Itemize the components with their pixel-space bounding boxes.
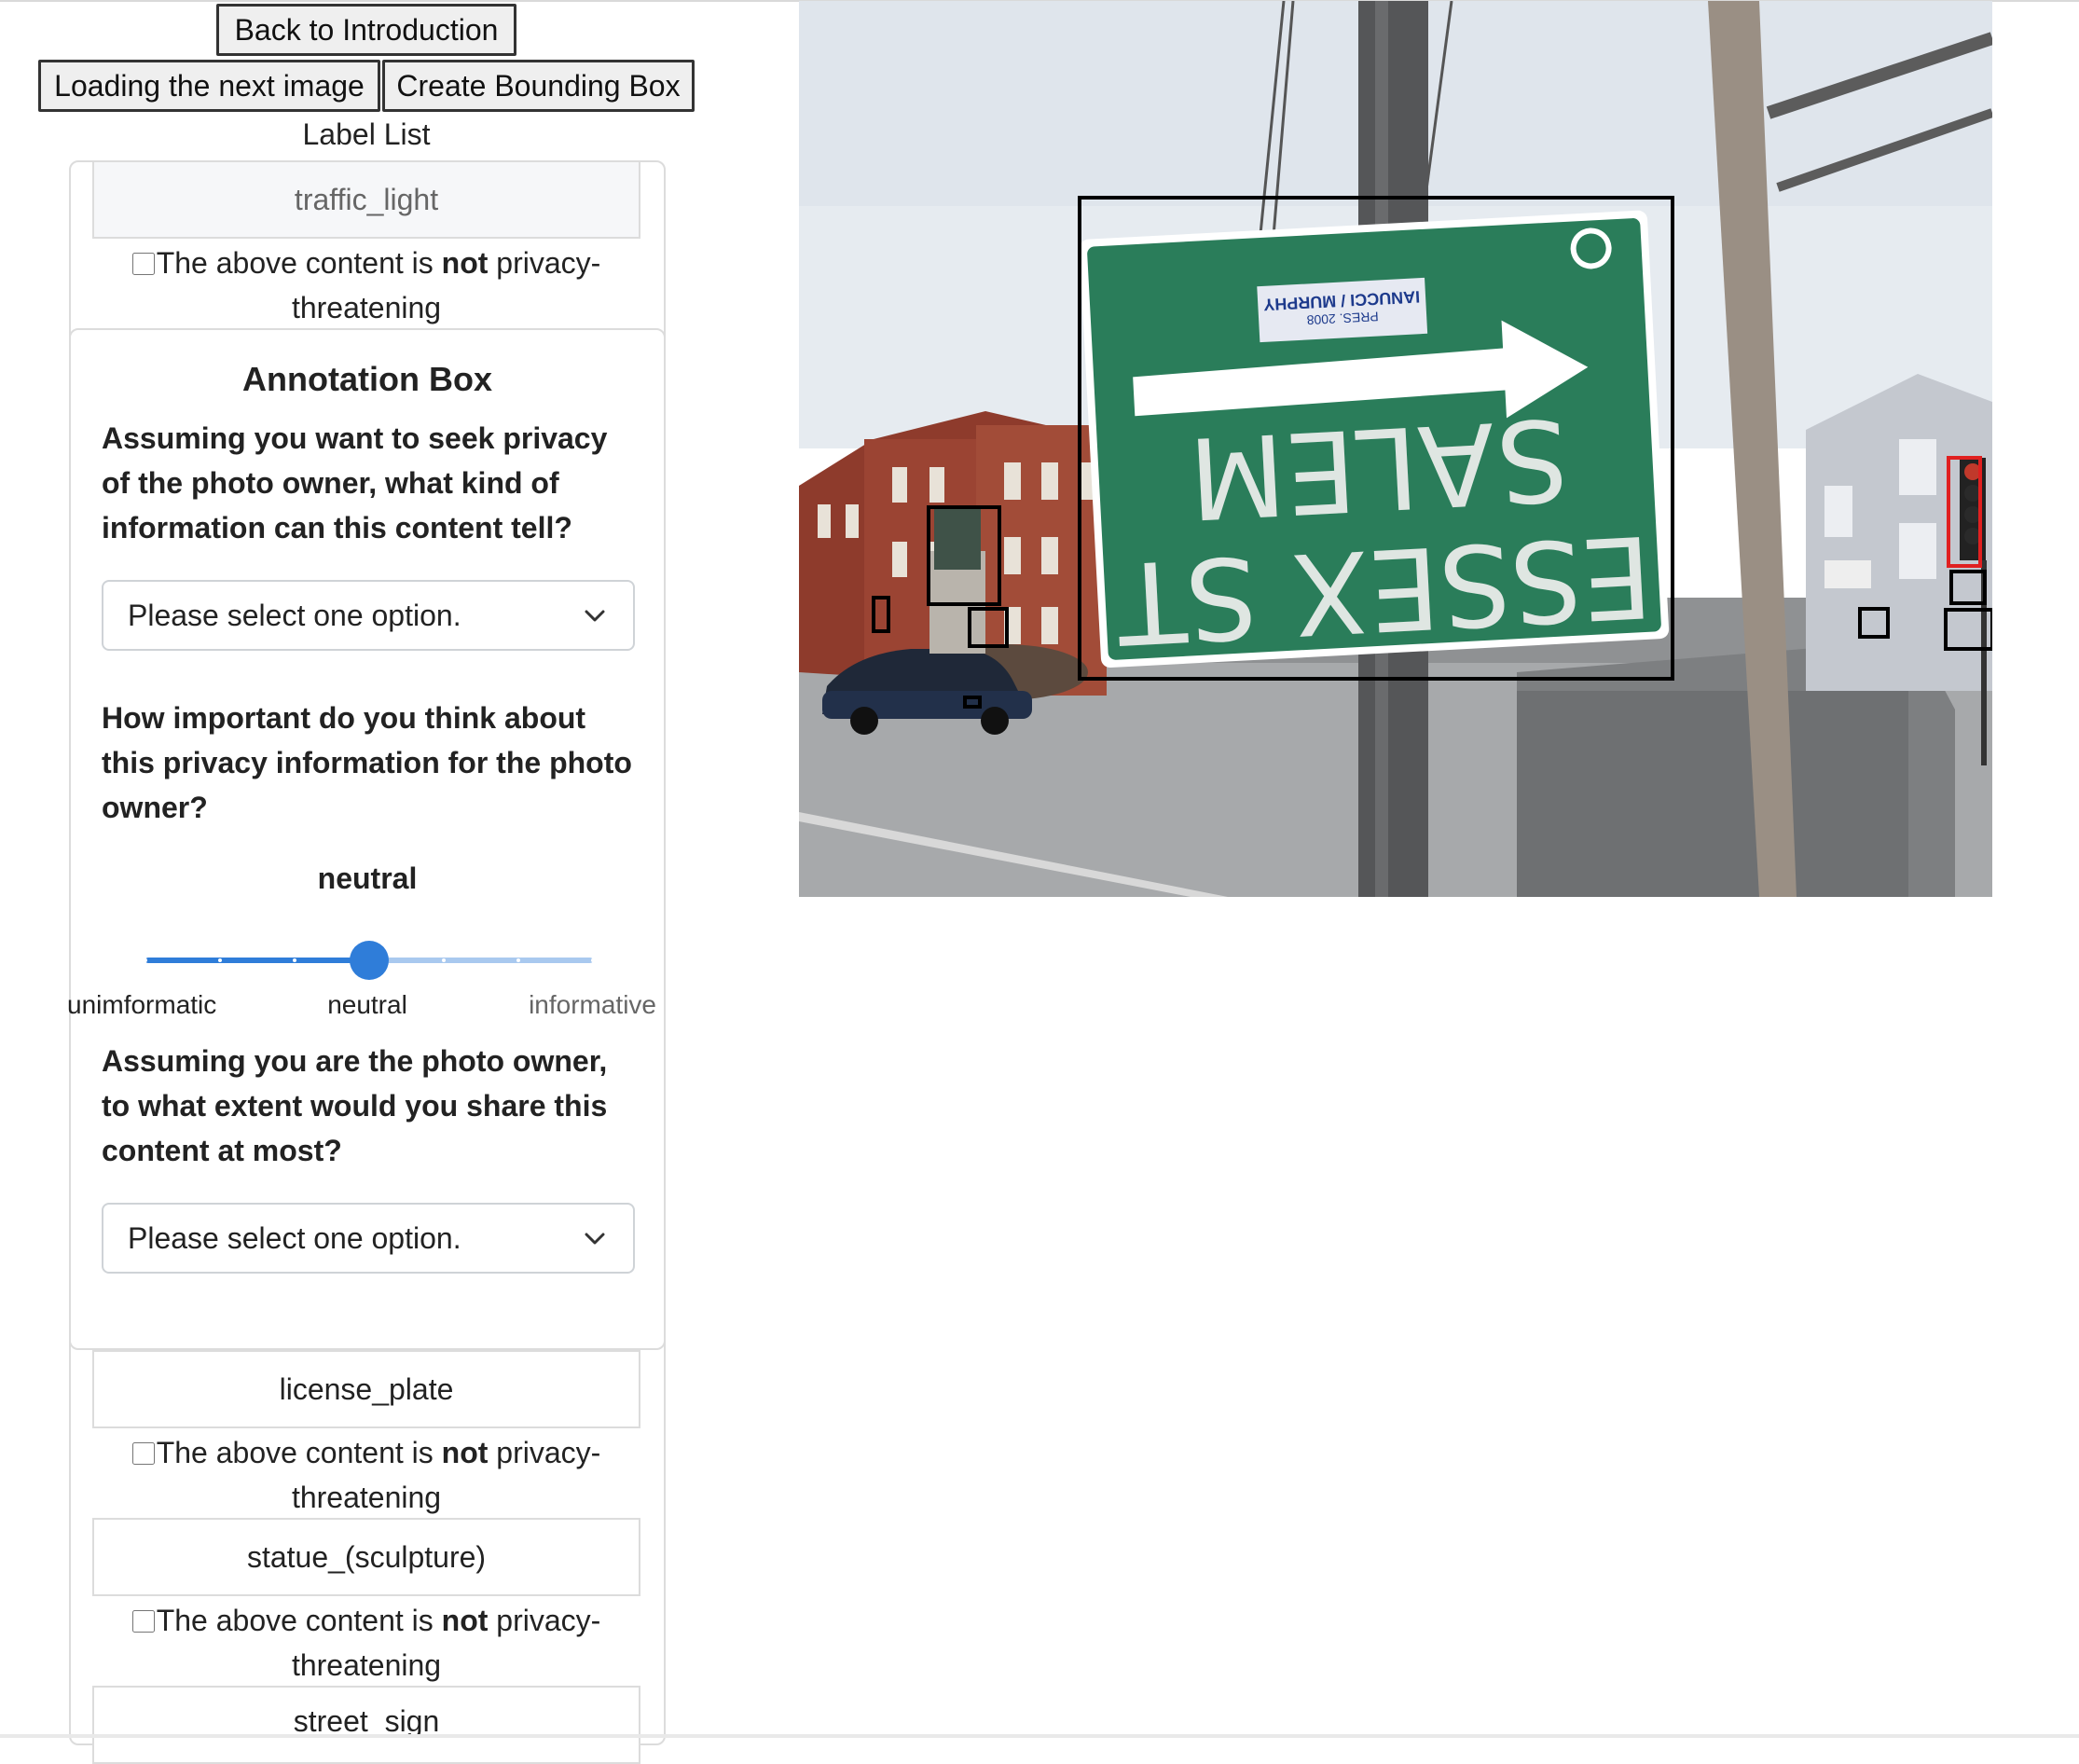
question-information-kind: Assuming you want to seek privacy of the… (102, 421, 608, 544)
slider-thumb[interactable] (350, 941, 389, 980)
privacy-checkbox-row: The above content is not privacy-threate… (84, 1598, 649, 1688)
label-item-license-plate[interactable]: license_plate (92, 1350, 640, 1428)
slider-track-fill (145, 958, 369, 963)
sharing-extent-select[interactable]: Please select one option. (102, 1203, 635, 1274)
create-bounding-box-button[interactable]: Create Bounding Box (382, 60, 695, 112)
privacy-checkbox-row: The above content is not privacy-threate… (84, 241, 649, 330)
slider-step-dot (591, 958, 595, 962)
not-privacy-threatening-checkbox[interactable] (131, 1442, 155, 1465)
slider-step-dot (218, 958, 222, 962)
slider-value-label: neutral (317, 861, 418, 895)
privacy-text: The above content is (156, 1436, 442, 1469)
bounding-box-street-sign-small[interactable] (1944, 608, 1992, 651)
load-next-image-button[interactable]: Loading the next image (38, 60, 380, 112)
slider-step-dot (442, 958, 446, 962)
chevron-down-icon (585, 1233, 605, 1245)
privacy-text-bold: not (441, 246, 489, 280)
label-list-title: Label List (302, 117, 431, 151)
not-privacy-threatening-checkbox[interactable] (131, 253, 155, 275)
label-item-traffic-light[interactable]: traffic_light (92, 160, 640, 239)
back-to-introduction-button[interactable]: Back to Introduction (216, 4, 516, 56)
slider-step-dot (144, 958, 147, 962)
bounding-box-traffic-light[interactable] (1949, 570, 1987, 605)
bounding-box-license-plate[interactable] (963, 696, 982, 709)
question-importance: How important do you think about this pr… (102, 701, 632, 824)
question-sharing-extent: Assuming you are the photo owner, to wha… (102, 1044, 608, 1167)
label-item-street-sign[interactable]: street_sign (92, 1686, 640, 1764)
bounding-box-license-plate[interactable] (1858, 607, 1890, 639)
privacy-text-bold: not (441, 1436, 489, 1469)
privacy-text-bold: not (441, 1604, 489, 1637)
label-item-statue[interactable]: statue_(sculpture) (92, 1518, 640, 1596)
privacy-text: The above content is (156, 1604, 442, 1637)
slider-step-dot (293, 958, 296, 962)
bounding-box-statue[interactable] (927, 505, 1001, 606)
information-kind-select[interactable]: Please select one option. (102, 580, 635, 651)
annotation-box-title: Annotation Box (242, 360, 492, 398)
privacy-text: The above content is (156, 246, 442, 280)
bottom-border (0, 1734, 2079, 1738)
select-value: Please select one option. (128, 598, 461, 632)
chevron-down-icon (585, 610, 605, 622)
select-value: Please select one option. (128, 1220, 461, 1255)
bounding-box-street-sign[interactable] (1078, 196, 1674, 681)
privacy-checkbox-row: The above content is not privacy-threate… (84, 1430, 649, 1520)
bounding-box-sign-small[interactable] (968, 607, 1009, 648)
slider-max-label: informative (529, 990, 656, 1019)
bounding-box-small-object[interactable] (872, 596, 890, 633)
annotated-photo[interactable]: IANUCCI / MURPHY PRES. 2008 SALEM ESSEX … (799, 1, 1992, 897)
bounding-box-traffic-light-selected[interactable] (1947, 456, 1982, 568)
not-privacy-threatening-checkbox[interactable] (131, 1610, 155, 1633)
slider-step-dot (516, 958, 520, 962)
